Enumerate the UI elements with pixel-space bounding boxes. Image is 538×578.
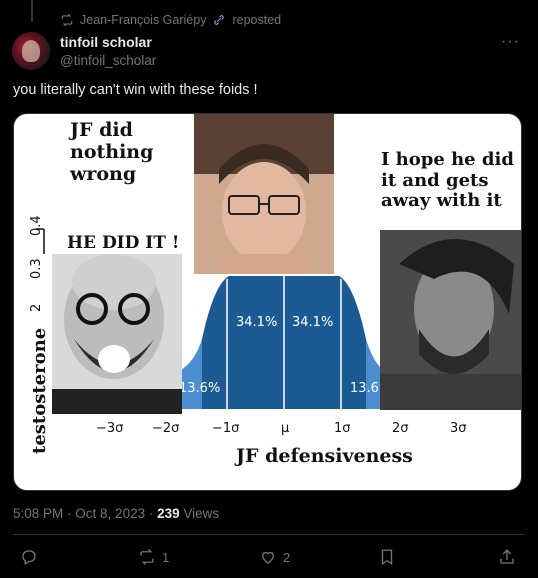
tweet-media[interactable]: 13.6% 34.1% 34.1% 13.6% 0.4 0.3 2 testos…	[13, 113, 522, 491]
reply-icon	[22, 550, 36, 565]
repost-label: reposted	[232, 13, 282, 27]
x-tick-5: 1σ	[334, 421, 351, 436]
band-label-2: 34.1%	[236, 315, 277, 330]
action-bar: 1 2	[0, 540, 538, 574]
center-caption: JF did nothing wrong	[70, 119, 154, 185]
divider	[13, 534, 525, 535]
author-name[interactable]: tinfoil scholar	[60, 34, 152, 50]
x-tick-3: −1σ	[212, 421, 239, 436]
x-tick-4: μ	[281, 421, 289, 436]
heart-icon	[262, 551, 274, 564]
axis-y-label: testosterone	[29, 328, 50, 454]
left-caption: HE DID IT !	[67, 233, 180, 253]
y-tick-1: 2	[29, 304, 44, 312]
meta-separator: ·	[148, 506, 158, 521]
x-tick-1: −3σ	[96, 421, 123, 436]
axis-x-label: JF defensiveness	[234, 445, 413, 467]
y-tick-3: 0.4	[29, 215, 44, 236]
right-caption: I hope he did it and gets away with it	[381, 149, 514, 212]
repost-user[interactable]: Jean-François Gariépy	[80, 13, 206, 27]
repost-header[interactable]: Jean-François Gariépy reposted	[60, 13, 281, 27]
reply-button[interactable]	[20, 548, 44, 566]
author-handle[interactable]: @tinfoil_scholar	[60, 53, 156, 68]
bookmark-button[interactable]	[378, 548, 396, 566]
repost-count: 1	[162, 549, 170, 565]
more-options-icon[interactable]: ···	[501, 33, 520, 51]
band-label-1: 13.6%	[179, 381, 220, 396]
y-tick-2: 0.3	[29, 258, 44, 279]
views-label: Views	[183, 506, 220, 521]
x-tick-6: 2σ	[392, 421, 409, 436]
share-button[interactable]	[498, 548, 516, 566]
tweet-date[interactable]: Oct 8, 2023	[75, 506, 145, 521]
thread-connector	[31, 0, 33, 22]
x-tick-2: −2σ	[152, 421, 179, 436]
tweet-time[interactable]: 5:08 PM	[13, 506, 63, 521]
like-button[interactable]: 2	[259, 548, 290, 566]
x-tick-7: 3σ	[450, 421, 467, 436]
views-count: 239	[157, 506, 180, 521]
avatar[interactable]	[12, 32, 50, 70]
repost-button[interactable]: 1	[138, 548, 169, 566]
tweet-text: you literally can't win with these foids…	[13, 82, 258, 98]
repost-icon	[61, 13, 73, 27]
like-count: 2	[283, 549, 291, 565]
verified-link-icon	[214, 15, 225, 25]
bookmark-icon	[381, 549, 393, 566]
tweet-meta: 5:08 PM · Oct 8, 2023 · 239 Views	[13, 506, 219, 521]
repost-icon	[140, 549, 154, 565]
band-label-3: 34.1%	[292, 315, 333, 330]
share-icon	[500, 549, 514, 564]
